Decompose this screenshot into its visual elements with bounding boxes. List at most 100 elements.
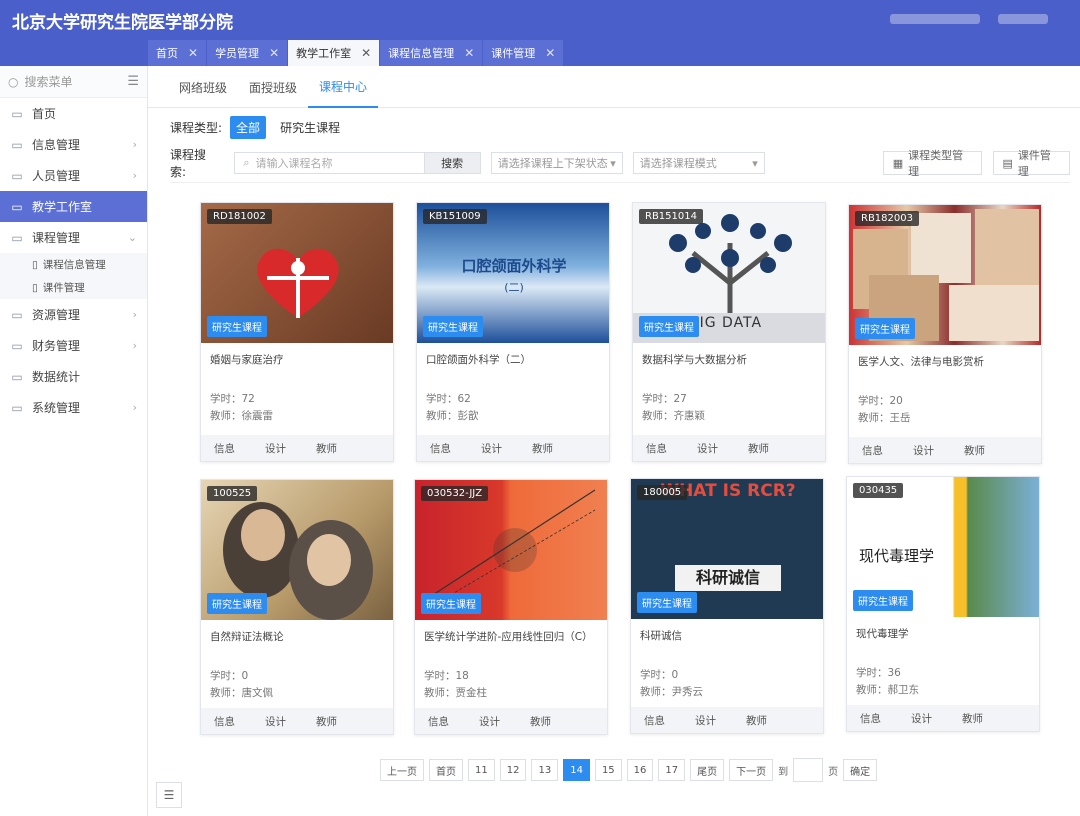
sidebar-item-staff[interactable]: ▭ 人员管理 › (0, 160, 147, 191)
course-thumbnail[interactable]: 口腔颌面外科学 (二) KB151009 研究生课程 (417, 203, 609, 343)
tab-online-class[interactable]: 网络班级 (168, 66, 238, 108)
status-select[interactable]: 请选择课程上下架状态 ▾ (490, 152, 623, 174)
search-icon: ⌕ (243, 156, 250, 169)
tab-students[interactable]: 学员管理 ✕ (207, 40, 289, 66)
teacher-button[interactable]: 教师 (748, 441, 769, 456)
design-button[interactable]: 设计 (911, 711, 932, 726)
course-card[interactable]: RB182003 研究生课程 医学人文、法律与电影赏析 学时：20 教师：王岳 … (848, 204, 1042, 464)
sidebar-item-info[interactable]: ▭ 信息管理 › (0, 129, 147, 160)
chevron-right-icon: › (132, 169, 137, 182)
course-card[interactable]: WHAT IS RCR? 科研诚信 180005 研究生课程 科研诚信 学时：0… (630, 478, 824, 734)
card-actions: 信息 设计 教师 (631, 707, 823, 733)
info-button[interactable]: 信息 (214, 714, 235, 729)
page-button[interactable]: 15 (594, 759, 622, 781)
teacher-button[interactable]: 教师 (962, 711, 983, 726)
page-button[interactable]: 12 (499, 759, 527, 781)
close-icon[interactable]: ✕ (361, 46, 371, 60)
sidebar-item-finance[interactable]: ▭ 财务管理 › (0, 330, 147, 361)
thumbnail-subtitle: (二) (504, 281, 524, 294)
course-thumbnail[interactable]: 030532-JJZ 研究生课程 (415, 480, 607, 620)
teacher-button[interactable]: 教师 (746, 713, 767, 728)
close-icon[interactable]: ✕ (464, 46, 474, 60)
teacher-button[interactable]: 教师 (316, 441, 337, 456)
sidebar-subitem-course-info[interactable]: ▯ 课程信息管理 (0, 253, 147, 276)
divider (170, 182, 1070, 183)
design-button[interactable]: 设计 (481, 441, 502, 456)
teacher-button[interactable]: 教师 (530, 714, 551, 729)
course-teacher: 教师：唐文佩 (210, 687, 273, 699)
menu-search[interactable]: ○ 搜索菜单 ☰ (0, 66, 147, 98)
type-all-pill[interactable]: 全部 (230, 115, 267, 139)
tab-face-class[interactable]: 面授班级 (238, 66, 308, 108)
course-card[interactable]: 100525 研究生课程 自然辩证法概论 学时：0 教师：唐文佩 信息 设计 教师 (200, 479, 394, 735)
sidebar-item-statistics[interactable]: ▭ 数据统计 (0, 361, 147, 392)
info-button[interactable]: 信息 (428, 714, 449, 729)
info-button[interactable]: 信息 (214, 441, 235, 456)
design-button[interactable]: 设计 (913, 443, 934, 458)
course-thumbnail[interactable]: RD181002 研究生课程 (201, 203, 393, 343)
page-button-current[interactable]: 14 (563, 759, 590, 781)
course-thumbnail[interactable]: 现代毒理学 030435 研究生课程 (847, 477, 1039, 617)
confirm-button[interactable]: 确定 (843, 759, 878, 781)
prev-page-button[interactable]: 上一页 (380, 759, 424, 781)
info-button[interactable]: 信息 (862, 443, 883, 458)
chevron-right-icon: › (132, 339, 137, 352)
info-button[interactable]: 信息 (646, 441, 667, 456)
close-icon[interactable]: ✕ (545, 46, 555, 60)
design-button[interactable]: 设计 (479, 714, 500, 729)
tab-course-center[interactable]: 课程中心 (308, 66, 379, 108)
mode-select[interactable]: 请选择课程模式 ▾ (632, 152, 765, 174)
tab-course-info[interactable]: 课程信息管理 ✕ (380, 40, 484, 66)
page-button[interactable]: 17 (658, 759, 686, 781)
course-type-mgmt-button[interactable]: ▦ 课程类型管理 (882, 149, 982, 178)
close-icon[interactable]: ✕ (269, 46, 279, 60)
search-button[interactable]: 搜索 (424, 152, 481, 174)
goto-page-input[interactable] (793, 758, 824, 782)
design-button[interactable]: 设计 (265, 441, 286, 456)
close-icon[interactable]: ✕ (188, 46, 198, 60)
sidebar-item-teaching-studio[interactable]: ▭ 教学工作室 (0, 191, 147, 222)
course-thumbnail[interactable]: BIG DATA RB151014 研究生课程 (633, 203, 825, 343)
courseware-mgmt-button[interactable]: ▤ 课件管理 (992, 149, 1070, 178)
last-page-button[interactable]: 尾页 (690, 759, 725, 781)
teacher-button[interactable]: 教师 (532, 441, 553, 456)
course-thumbnail[interactable]: RB182003 研究生课程 (849, 205, 1041, 345)
next-page-button[interactable]: 下一页 (729, 759, 774, 781)
course-card[interactable]: 现代毒理学 030435 研究生课程 现代毒理学 学时：36 教师：郝卫东 信息… (846, 476, 1040, 732)
design-button[interactable]: 设计 (697, 441, 718, 456)
course-search-input[interactable]: ⌕ 请输入课程名称 (234, 152, 425, 174)
design-button[interactable]: 设计 (695, 713, 716, 728)
tab-courseware[interactable]: 课件管理 ✕ (483, 40, 565, 66)
sidebar-item-system[interactable]: ▭ 系统管理 › (0, 392, 147, 423)
course-name: 科研诚信 (640, 630, 682, 642)
teacher-button[interactable]: 教师 (964, 443, 985, 458)
collapse-menu-button[interactable]: ☰ (156, 782, 182, 808)
course-thumbnail[interactable]: 100525 研究生课程 (201, 480, 393, 620)
design-button[interactable]: 设计 (265, 714, 286, 729)
user-info[interactable] (890, 14, 1060, 30)
tab-home[interactable]: 首页 ✕ (148, 40, 208, 66)
type-grad-pill[interactable]: 研究生课程 (274, 116, 346, 139)
info-button[interactable]: 信息 (644, 713, 665, 728)
page-button[interactable]: 16 (626, 759, 654, 781)
page-button[interactable]: 13 (531, 759, 559, 781)
tab-teaching-studio[interactable]: 教学工作室 ✕ (288, 40, 381, 66)
course-hours: 学时：20 (858, 395, 903, 407)
course-card[interactable]: BIG DATA RB151014 研究生课程 数据科学与大数据分析 学时：27… (632, 202, 826, 462)
sidebar-item-resources[interactable]: ▭ 资源管理 › (0, 299, 147, 330)
course-thumbnail[interactable]: WHAT IS RCR? 科研诚信 180005 研究生课程 (631, 479, 823, 619)
first-page-button[interactable]: 首页 (429, 759, 463, 781)
list-toggle-icon[interactable]: ☰ (127, 74, 139, 89)
info-button[interactable]: 信息 (430, 441, 451, 456)
sidebar-subitem-courseware[interactable]: ▯ 课件管理 (0, 276, 147, 299)
course-card[interactable]: 030532-JJZ 研究生课程 医学统计学进阶-应用线性回归（C） 学时：18… (414, 479, 608, 735)
page-button[interactable]: 11 (468, 759, 495, 781)
course-card[interactable]: 口腔颌面外科学 (二) KB151009 研究生课程 口腔颌面外科学（二） 学时… (416, 202, 610, 462)
sidebar-item-course[interactable]: ▭ 课程管理 ⌄ (0, 222, 147, 253)
folder-icon: ▭ (11, 137, 23, 152)
sidebar-item-home[interactable]: ▭ 首页 (0, 98, 147, 129)
teacher-button[interactable]: 教师 (316, 714, 337, 729)
chevron-right-icon: › (132, 308, 137, 321)
info-button[interactable]: 信息 (860, 711, 881, 726)
course-card[interactable]: RD181002 研究生课程 婚姻与家庭治疗 学时：72 教师：徐震雷 信息 设计… (200, 202, 394, 462)
